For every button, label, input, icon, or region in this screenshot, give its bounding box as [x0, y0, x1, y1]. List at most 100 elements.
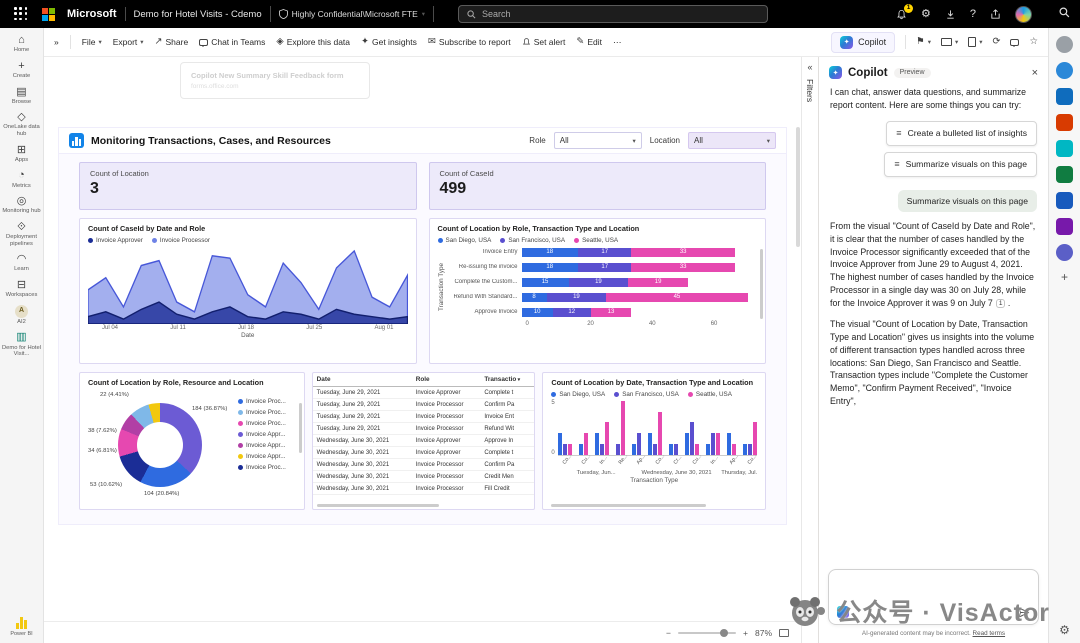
file-menu[interactable]: File▾: [82, 37, 102, 47]
set-alert-button[interactable]: Set alert: [522, 37, 566, 47]
edge-search-icon[interactable]: [1059, 7, 1070, 18]
bar[interactable]: [743, 444, 747, 455]
copilot-sparkle-icon[interactable]: [837, 606, 849, 618]
more-options-button[interactable]: ⋯: [613, 37, 622, 48]
bar-segment[interactable]: 13: [591, 308, 632, 317]
close-icon[interactable]: ×: [1032, 67, 1038, 79]
send-icon[interactable]: [1017, 606, 1030, 619]
read-terms-link[interactable]: Read terms: [973, 630, 1006, 637]
sidebar-item-apps[interactable]: ⊞Apps: [0, 141, 43, 167]
table-row[interactable]: Wednesday, June 30, 2021Invoice Approver…: [313, 447, 535, 459]
bar-segment[interactable]: 19: [628, 278, 688, 287]
table-row[interactable]: Tuesday, June 29, 2021Invoice ProcessorC…: [313, 399, 535, 411]
share-button[interactable]: ↗Share: [155, 37, 189, 47]
get-insights-button[interactable]: ✦Get insights: [361, 37, 417, 47]
bar[interactable]: [584, 433, 588, 455]
table-row[interactable]: Wednesday, June 30, 2021Invoice Approver…: [313, 435, 535, 447]
table-column-header[interactable]: Transactio ▾: [480, 373, 534, 387]
bar[interactable]: [748, 444, 752, 455]
suggestion-bulleted-list[interactable]: ≡Create a bulleted list of insights: [886, 121, 1037, 146]
favorite-star-button[interactable]: ☆: [1029, 37, 1038, 47]
bar[interactable]: [685, 433, 689, 455]
bar-segment[interactable]: 10: [522, 308, 553, 317]
global-search-input[interactable]: Search: [458, 5, 768, 23]
clustered-bar-visual[interactable]: Count of Location by Date, Transaction T…: [542, 372, 766, 510]
fit-to-page-button[interactable]: [779, 629, 789, 637]
bar[interactable]: [605, 422, 609, 454]
bar-segment[interactable]: 8: [522, 293, 547, 302]
expand-pane-button[interactable]: »: [54, 37, 59, 47]
bar[interactable]: [616, 444, 620, 455]
kpi-card-count-of-caseid[interactable]: Count of CaseId 499: [429, 162, 767, 210]
bar[interactable]: [595, 433, 599, 455]
sidebar-item-workspaces[interactable]: ⊟Workspaces: [0, 276, 43, 302]
comments-button[interactable]: [1010, 39, 1019, 46]
visual-scrollbar[interactable]: [299, 403, 302, 453]
bar[interactable]: [653, 444, 657, 455]
copilot-toggle-button[interactable]: ✦ Copilot: [831, 32, 895, 53]
table-visual[interactable]: DateRoleTransactio ▾ Tuesday, June 29, 2…: [312, 372, 536, 510]
bar[interactable]: [658, 412, 662, 455]
table-column-header[interactable]: Date: [313, 373, 412, 387]
table-column-header[interactable]: Role: [412, 373, 481, 387]
role-slicer-dropdown[interactable]: All▾: [554, 132, 642, 149]
edge-settings-gear-icon[interactable]: ⚙: [1059, 623, 1070, 637]
share-icon[interactable]: [990, 9, 1001, 20]
table-row[interactable]: Tuesday, June 29, 2021Invoice ProcessorR…: [313, 423, 535, 435]
edge-add-icon[interactable]: +: [1061, 270, 1068, 284]
settings-gear-icon[interactable]: ⚙: [921, 9, 931, 20]
export-menu[interactable]: Export▾: [113, 37, 144, 47]
table-row[interactable]: Wednesday, June 30, 2021Invoice Processo…: [313, 459, 535, 471]
bar-segment[interactable]: 19: [569, 278, 629, 287]
filters-pane-label[interactable]: Filters: [805, 79, 815, 102]
zoom-slider[interactable]: [678, 632, 736, 634]
sidebar-item-home[interactable]: ⌂Home: [0, 31, 43, 57]
bar-segment[interactable]: 19: [547, 293, 607, 302]
download-icon[interactable]: [945, 9, 956, 20]
edit-button[interactable]: ✎Edit: [576, 37, 602, 47]
bar-segment[interactable]: 17: [578, 248, 631, 257]
bar[interactable]: [753, 422, 757, 454]
help-icon[interactable]: ?: [970, 9, 976, 20]
suggestion-summarize-visuals[interactable]: ≡Summarize visuals on this page: [884, 152, 1037, 177]
bar-segment[interactable]: 15: [522, 278, 569, 287]
bar[interactable]: [711, 433, 715, 455]
bar[interactable]: [690, 422, 694, 454]
notifications-icon[interactable]: 1: [896, 9, 907, 20]
sidebar-item-monitoring-hub[interactable]: ◎Monitoring hub: [0, 192, 43, 218]
kpi-card-count-of-location[interactable]: Count of Location 3: [79, 162, 417, 210]
bar[interactable]: [706, 444, 710, 455]
page-view-button[interactable]: ▾: [968, 37, 982, 47]
edge-profile-icon[interactable]: [1056, 36, 1073, 53]
visual-scrollbar[interactable]: [760, 249, 763, 319]
table-row[interactable]: Tuesday, June 29, 2021Invoice ProcessorI…: [313, 411, 535, 423]
bar[interactable]: [648, 433, 652, 455]
sidebar-item-ai2[interactable]: AAI2: [0, 302, 43, 329]
bar[interactable]: [632, 444, 636, 455]
table-row[interactable]: Wednesday, June 30, 2021Invoice Processo…: [313, 483, 535, 495]
edge-outlook-icon[interactable]: [1056, 88, 1073, 105]
clustered-horizontal-scrollbar[interactable]: [551, 504, 706, 507]
zoom-in-button[interactable]: +: [743, 628, 748, 638]
bar[interactable]: [637, 433, 641, 455]
edge-apps-icon[interactable]: [1056, 244, 1073, 261]
bar[interactable]: [558, 433, 562, 455]
stacked-bar-visual[interactable]: Count of Location by Role, Transaction T…: [429, 218, 767, 364]
waffle-menu-icon[interactable]: [14, 7, 28, 21]
edge-onenote-icon[interactable]: [1056, 218, 1073, 235]
subscribe-button[interactable]: ✉Subscribe to report: [428, 37, 511, 47]
powerbi-footer[interactable]: Power BI: [10, 617, 32, 643]
bar[interactable]: [674, 444, 678, 455]
bar[interactable]: [716, 433, 720, 455]
table-horizontal-scrollbar[interactable]: [317, 504, 439, 507]
table-row[interactable]: Tuesday, June 29, 2021Invoice ApproverCo…: [313, 387, 535, 399]
bookmarks-button[interactable]: ⚑▾: [916, 37, 931, 47]
bar[interactable]: [621, 401, 625, 455]
bar-segment[interactable]: 18: [522, 263, 579, 272]
bar-segment[interactable]: 18: [522, 248, 579, 257]
bar[interactable]: [600, 444, 604, 455]
expand-filters-icon[interactable]: «: [807, 62, 812, 72]
sidebar-item-onelake-data-hub[interactable]: ◇OneLake data hub: [0, 108, 43, 140]
sensitivity-label-dropdown[interactable]: Highly Confidential\Microsoft FTE ▾: [270, 6, 434, 22]
sidebar-item-deployment-pipelines[interactable]: ⟐Deployment pipelines: [0, 218, 43, 250]
